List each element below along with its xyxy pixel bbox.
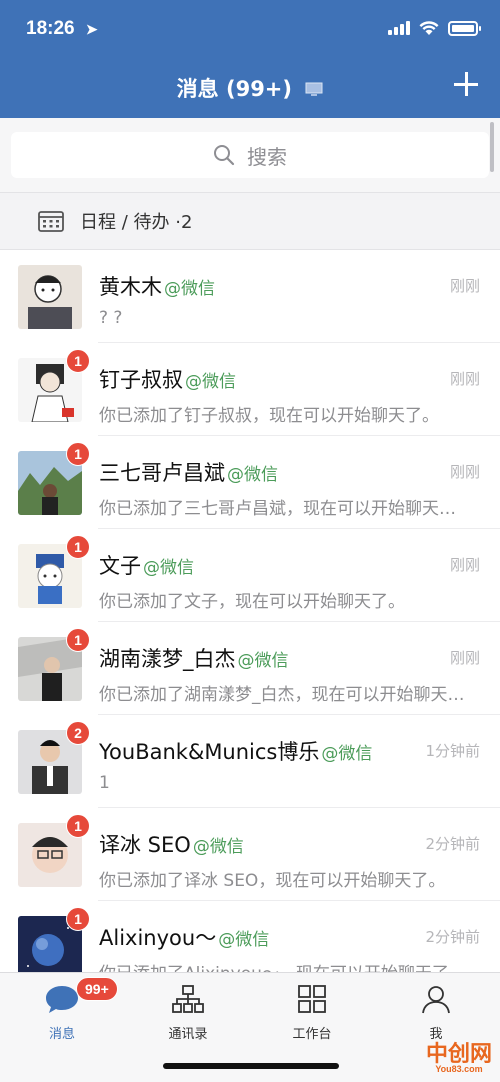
- source-tag: @微信: [164, 279, 215, 299]
- message-time: 2分钟前: [425, 835, 480, 853]
- unread-badge: 2: [66, 721, 90, 745]
- contact-name: 文子: [99, 554, 141, 578]
- calendar-icon: [38, 211, 64, 232]
- unread-badge: 1: [66, 907, 90, 931]
- message-preview: 你已添加了湖南漾梦_白杰，现在可以开始聊天了。: [99, 685, 470, 705]
- list-item[interactable]: 1 湖南漾梦_白杰 @微信 刚刚 你已添加了湖南漾梦_白杰，现在可以开始聊天了。: [0, 622, 500, 715]
- message-preview: 你已添加了文子，现在可以开始聊天了。: [99, 592, 405, 612]
- clock-text: 18:26: [26, 18, 75, 39]
- message-time: 刚刚: [449, 649, 480, 667]
- unread-badge: 1: [66, 442, 90, 466]
- list-item[interactable]: 1 钉子叔叔 @微信 刚刚 你已添加了钉子叔叔，现在可以开始聊天了。: [0, 343, 500, 436]
- contact-name: 译冰 SEO: [99, 833, 191, 857]
- source-tag: @微信: [237, 651, 289, 671]
- message-preview: 你已添加了Alixinyou～，现在可以开始聊天了。: [99, 959, 470, 972]
- tab-workbench[interactable]: 工作台: [262, 983, 362, 1042]
- grid-apps-icon: [298, 985, 326, 1013]
- home-indicator: [163, 1063, 339, 1069]
- tab-me[interactable]: 我: [386, 983, 486, 1042]
- list-item[interactable]: 1 译冰 SEO @微信 2分钟前 你已添加了译冰 SEO，现在可以开始聊天了。: [0, 808, 500, 901]
- message-preview: 1: [99, 773, 110, 793]
- source-tag: @微信: [227, 465, 278, 485]
- app-header: 18:26 ➤ 消息 (99+): [0, 0, 500, 118]
- avatar: [18, 265, 82, 329]
- wifi-icon: [419, 21, 439, 35]
- watermark-logo: 中创网 You83.com: [425, 1042, 492, 1074]
- page-title: 消息 (99+): [0, 73, 500, 103]
- contact-name: Alixinyou～: [99, 926, 217, 950]
- contact-name: YouBank&Munics博乐: [99, 740, 320, 764]
- message-preview: 你已添加了钉子叔叔，现在可以开始聊天了。: [99, 406, 439, 426]
- source-tag: @微信: [185, 372, 236, 392]
- location-arrow-icon: ➤: [85, 21, 98, 37]
- contact-name: 湖南漾梦_白杰: [99, 647, 236, 671]
- unread-badge: 1: [66, 628, 90, 652]
- pc-online-icon: [305, 82, 323, 96]
- list-item[interactable]: 1 三七哥卢昌斌 @微信 刚刚 你已添加了三七哥卢昌斌，现在可以开始聊天了。: [0, 436, 500, 529]
- message-time: 刚刚: [449, 463, 480, 481]
- message-time: 1分钟前: [425, 742, 480, 760]
- tab-contacts[interactable]: 通讯录: [138, 983, 238, 1042]
- message-list: 黄木木 @微信 刚刚 ? ? 1 钉子叔叔 @微信 刚刚 你已添加了钉子叔叔，现在可…: [0, 250, 500, 972]
- message-preview: 你已添加了译冰 SEO，现在可以开始聊天了。: [99, 871, 446, 891]
- source-tag: @微信: [218, 930, 270, 950]
- tab-label: 消息: [48, 1027, 75, 1042]
- signal-icon: [388, 21, 410, 35]
- schedule-todo-row[interactable]: 日程 / 待办 ·2: [0, 192, 500, 250]
- add-button[interactable]: [452, 70, 480, 98]
- tab-messages[interactable]: 99+ 消息: [12, 977, 118, 1042]
- message-time: 刚刚: [449, 277, 480, 295]
- search-input[interactable]: 搜索: [11, 132, 489, 178]
- schedule-label: 日程 / 待办 ·2: [80, 212, 193, 233]
- list-item[interactable]: 1 Alixinyou～@微信 2分钟前 你已添加了Alixinyou～，现在可…: [0, 901, 500, 972]
- message-time: 刚刚: [449, 370, 480, 388]
- list-item[interactable]: 2 YouBank&Munics博乐 @微信 1分钟前 1: [0, 715, 500, 808]
- source-tag: @微信: [143, 558, 194, 578]
- message-time: 2分钟前: [425, 928, 480, 946]
- unread-badge: 1: [66, 349, 90, 373]
- chat-bubble-icon: [46, 986, 78, 1013]
- message-preview: ? ?: [99, 308, 123, 328]
- battery-icon: [448, 20, 481, 36]
- contact-name: 钉子叔叔: [99, 368, 183, 392]
- tab-label: 通讯录: [168, 1027, 208, 1042]
- search-area: 搜索: [0, 118, 500, 192]
- status-time: 18:26 ➤: [26, 18, 98, 40]
- source-tag: @微信: [192, 837, 244, 857]
- list-item[interactable]: 1 文子 @微信 刚刚 你已添加了文子，现在可以开始聊天了。: [0, 529, 500, 622]
- contact-name: 三七哥卢昌斌: [99, 461, 225, 485]
- tab-unread-badge: 99+: [76, 977, 118, 1001]
- message-preview: 你已添加了三七哥卢昌斌，现在可以开始聊天了。: [99, 499, 470, 519]
- status-icons: [388, 20, 481, 36]
- search-icon: [214, 145, 235, 166]
- org-chart-icon: [172, 985, 204, 1013]
- search-placeholder: 搜索: [247, 144, 287, 169]
- list-item[interactable]: 黄木木 @微信 刚刚 ? ?: [0, 250, 500, 343]
- person-icon: [422, 986, 450, 1014]
- source-tag: @微信: [321, 744, 373, 764]
- tab-label: 工作台: [292, 1027, 332, 1042]
- unread-badge: 1: [66, 535, 90, 559]
- unread-badge: 1: [66, 814, 90, 838]
- message-time: 刚刚: [449, 556, 480, 574]
- contact-name: 黄木木: [99, 275, 162, 299]
- scrollbar[interactable]: [490, 122, 494, 172]
